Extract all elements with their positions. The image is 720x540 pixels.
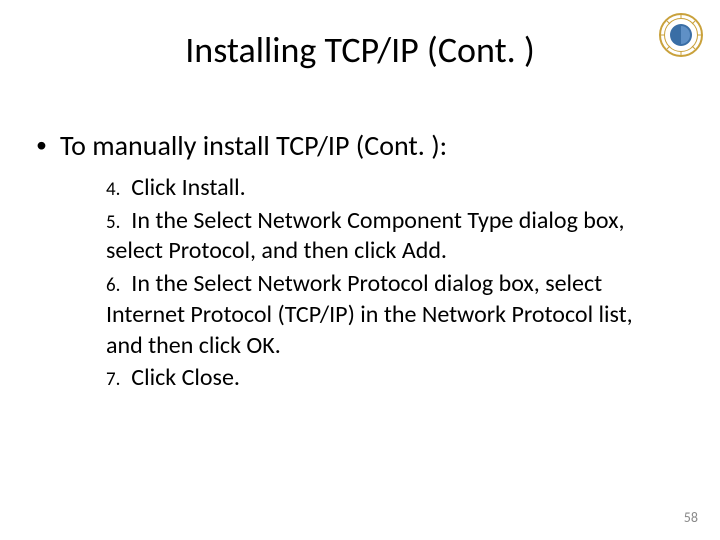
list-item: 7. Click Close. bbox=[106, 363, 640, 394]
step-text: In the Select Network Protocol dialog bo… bbox=[106, 269, 633, 359]
slide-content: • To manually install TCP/IP (Cont. ): 4… bbox=[36, 128, 680, 396]
slide: Installing TCP/IP (Cont. ) • To manually… bbox=[0, 0, 720, 540]
list-item: 4. Click Install. bbox=[106, 173, 640, 204]
step-text: In the Select Network Component Type dia… bbox=[106, 206, 624, 266]
step-text: Click Install. bbox=[131, 173, 245, 202]
step-number: 5. bbox=[106, 211, 120, 234]
bullet-text: To manually install TCP/IP (Cont. ): bbox=[60, 128, 447, 163]
step-text: Click Close. bbox=[131, 363, 240, 392]
step-number: 6. bbox=[106, 274, 120, 297]
bullet-item: • To manually install TCP/IP (Cont. ): bbox=[36, 128, 680, 163]
page-number: 58 bbox=[684, 509, 698, 526]
step-list: 4. Click Install. 5. In the Select Netwo… bbox=[106, 173, 640, 394]
list-item: 5. In the Select Network Component Type … bbox=[106, 206, 640, 267]
bullet-marker-icon: • bbox=[36, 128, 60, 162]
list-item: 6. In the Select Network Protocol dialog… bbox=[106, 269, 640, 361]
step-number: 7. bbox=[106, 368, 120, 391]
slide-title: Installing TCP/IP (Cont. ) bbox=[0, 28, 720, 72]
step-number: 4. bbox=[106, 178, 120, 201]
